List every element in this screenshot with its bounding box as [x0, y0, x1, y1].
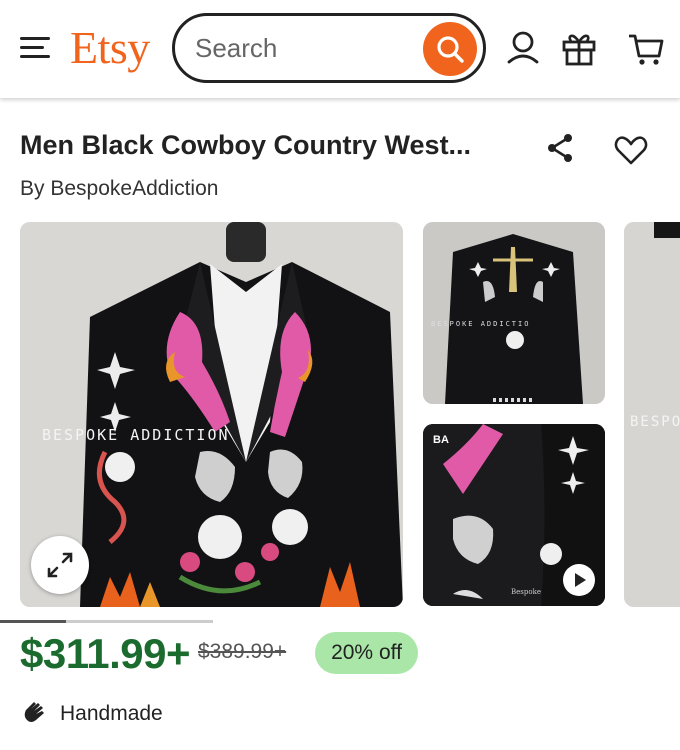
- original-price: $389.99+: [198, 640, 287, 663]
- search-input[interactable]: [195, 30, 415, 66]
- brand-badge: BA: [433, 434, 449, 446]
- thumbnail-back-view[interactable]: BESPOKE ADDICTIO: [423, 222, 605, 404]
- thumbnail-side-view[interactable]: BESPO: [624, 222, 680, 607]
- expand-icon: [47, 552, 73, 578]
- menu-icon[interactable]: [20, 34, 52, 62]
- sale-price: $311.99+: [20, 630, 191, 677]
- cart-icon[interactable]: [626, 28, 666, 68]
- discount-badge: 20% off: [315, 632, 418, 674]
- listing-title: Men Black Cowboy Country West...: [20, 130, 472, 160]
- gift-icon[interactable]: [559, 28, 599, 68]
- expand-image-button[interactable]: [31, 536, 89, 594]
- top-header: Etsy: [0, 0, 680, 98]
- thumb-watermark: BESPOKE ADDICTIO: [431, 320, 531, 328]
- search-button[interactable]: [423, 22, 477, 76]
- handmade-label: Handmade: [60, 702, 163, 725]
- search-icon: [437, 36, 464, 63]
- favorite-heart-icon[interactable]: [614, 134, 648, 166]
- etsy-logo[interactable]: Etsy: [70, 20, 150, 76]
- thumb-signature: Bespoke: [511, 588, 541, 596]
- search-bar[interactable]: [172, 13, 486, 83]
- play-icon: [575, 573, 586, 587]
- side-watermark: BESPO: [630, 414, 680, 430]
- gallery-scroll-indicator: [0, 620, 67, 623]
- share-icon[interactable]: [544, 132, 576, 164]
- image-watermark: BESPOKE ADDICTION: [42, 426, 230, 444]
- play-video-button[interactable]: [563, 564, 595, 596]
- hand-icon: [24, 702, 44, 722]
- jacket-back-illustration: [423, 222, 605, 404]
- account-icon[interactable]: [503, 28, 543, 68]
- shop-byline[interactable]: By BespokeAddiction: [20, 177, 218, 201]
- gallery-scroll-track: [0, 620, 213, 623]
